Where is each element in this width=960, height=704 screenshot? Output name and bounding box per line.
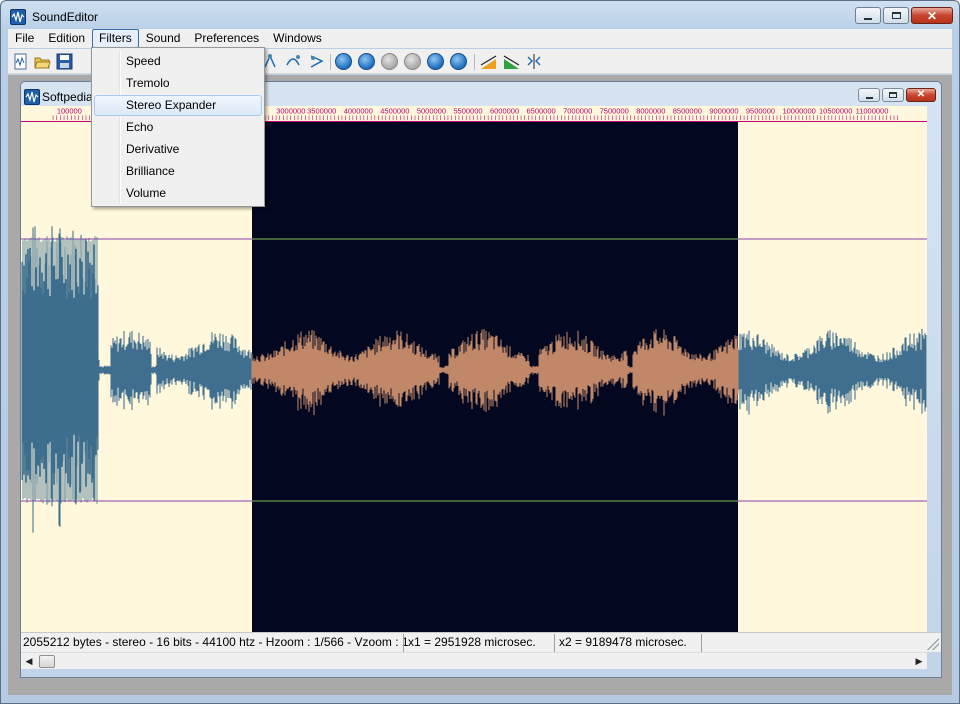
minimize-button[interactable] bbox=[855, 7, 881, 24]
skip-end-icon[interactable] bbox=[427, 53, 444, 70]
menu-preferences[interactable]: Preferences bbox=[187, 29, 266, 48]
scroll-right-icon[interactable]: ▶ bbox=[912, 655, 926, 668]
ruler-label: 4000000 bbox=[344, 107, 373, 116]
stop-icon[interactable] bbox=[404, 53, 421, 70]
toolbar-separator bbox=[474, 54, 475, 70]
minimize-icon bbox=[865, 96, 873, 99]
maximize-button[interactable] bbox=[883, 7, 909, 24]
new-icon[interactable] bbox=[12, 53, 29, 70]
fade-out-icon[interactable] bbox=[503, 53, 520, 70]
scroll-left-icon[interactable]: ◀ bbox=[22, 655, 36, 668]
open-folder-icon[interactable] bbox=[34, 53, 51, 70]
ruler-label: 5000000 bbox=[417, 107, 446, 116]
doc-close-button[interactable]: ✕ bbox=[906, 88, 936, 102]
ruler-label: 7500000 bbox=[600, 107, 629, 116]
record-icon[interactable] bbox=[450, 53, 467, 70]
ruler-label: 8000000 bbox=[636, 107, 665, 116]
document-title: Softpedia bbox=[42, 90, 93, 104]
effect-icon[interactable] bbox=[308, 53, 325, 70]
status-divider bbox=[701, 634, 702, 652]
mix-icon[interactable] bbox=[526, 53, 543, 70]
save-icon[interactable] bbox=[56, 53, 73, 70]
filter-derivative[interactable]: Derivative bbox=[94, 139, 262, 160]
status-x2: x2 = 9189478 microsec. bbox=[559, 635, 687, 649]
menu-windows[interactable]: Windows bbox=[266, 29, 329, 48]
toolbar-separator bbox=[330, 54, 331, 70]
ruler-label: 3500000 bbox=[307, 107, 336, 116]
resize-grip-icon[interactable] bbox=[927, 638, 939, 650]
waveform-icon bbox=[10, 9, 26, 25]
ruler-label: 10000000 bbox=[782, 107, 815, 116]
doc-maximize-button[interactable] bbox=[882, 88, 904, 102]
rewind-icon[interactable] bbox=[335, 53, 352, 70]
ruler-label: 4500000 bbox=[380, 107, 409, 116]
status-divider bbox=[554, 634, 555, 652]
fade-in-icon[interactable] bbox=[480, 53, 497, 70]
status-x1: x1 = 2951928 microsec. bbox=[408, 635, 536, 649]
minimize-icon bbox=[864, 17, 872, 20]
status-info: 2055212 bytes - stereo - 16 bits - 44100… bbox=[23, 635, 409, 649]
ruler-label: 6000000 bbox=[490, 107, 519, 116]
close-icon: ✕ bbox=[916, 89, 926, 100]
maximize-icon bbox=[889, 92, 897, 98]
menu-filters[interactable]: Filters bbox=[92, 29, 139, 48]
ruler-label: 5500000 bbox=[453, 107, 482, 116]
status-bar: 2055212 bytes - stereo - 16 bits - 44100… bbox=[21, 632, 941, 652]
app-title: SoundEditor bbox=[32, 10, 99, 24]
filter-brilliance[interactable]: Brilliance bbox=[94, 161, 262, 182]
menu-sound[interactable]: Sound bbox=[139, 29, 188, 48]
ruler-label: 3000000 bbox=[276, 107, 305, 116]
ruler-label: 9500000 bbox=[746, 107, 775, 116]
filter-tremolo[interactable]: Tremolo bbox=[94, 73, 262, 94]
pause-icon[interactable] bbox=[381, 53, 398, 70]
filter-echo[interactable]: Echo bbox=[94, 117, 262, 138]
menu-bar: File Edition Filters Sound Preferences W… bbox=[8, 29, 952, 48]
filters-dropdown-menu: Speed Tremolo Stereo Expander Echo Deriv… bbox=[91, 47, 265, 207]
effect-icon[interactable] bbox=[285, 53, 302, 70]
ruler-label: 6500000 bbox=[527, 107, 556, 116]
filter-stereo-expander[interactable]: Stereo Expander bbox=[94, 95, 262, 116]
status-divider bbox=[403, 634, 404, 652]
title-bar[interactable]: SoundEditor ✕ bbox=[1, 1, 959, 31]
ruler-label: 100000 bbox=[57, 107, 82, 116]
close-button[interactable]: ✕ bbox=[911, 7, 953, 24]
menu-file[interactable]: File bbox=[8, 29, 41, 48]
filter-volume[interactable]: Volume bbox=[94, 183, 262, 204]
menu-edition[interactable]: Edition bbox=[41, 29, 92, 48]
horizontal-scrollbar[interactable]: ◀ ▶ bbox=[21, 652, 927, 669]
maximize-icon bbox=[891, 12, 901, 19]
close-icon: ✕ bbox=[926, 8, 938, 23]
play-icon[interactable] bbox=[358, 53, 375, 70]
ruler-label: 8500000 bbox=[673, 107, 702, 116]
ruler-label: 11000000 bbox=[856, 107, 889, 116]
waveform-icon bbox=[24, 89, 40, 105]
filter-speed[interactable]: Speed bbox=[94, 51, 262, 72]
doc-minimize-button[interactable] bbox=[858, 88, 880, 102]
ruler-label: 7000000 bbox=[563, 107, 592, 116]
scroll-thumb[interactable] bbox=[39, 655, 55, 668]
ruler-label: 10500000 bbox=[819, 107, 852, 116]
ruler-label: 9000000 bbox=[709, 107, 738, 116]
